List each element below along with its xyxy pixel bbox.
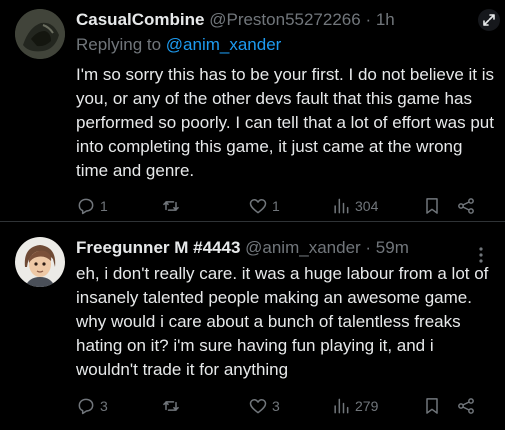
timestamp[interactable]: · 1h bbox=[365, 10, 394, 29]
retweet-icon bbox=[163, 201, 179, 211]
tweet-text: I'm so sorry this has to be your first. … bbox=[76, 65, 495, 180]
tweet-freegunner[interactable]: Freegunner M #4443 @anim_xander · 59m eh… bbox=[0, 223, 505, 430]
tweet-casualcombine[interactable]: CasualCombine @Preston55272266 · 1h Repl… bbox=[0, 0, 505, 221]
bookmark-icon bbox=[426, 398, 438, 414]
user-handle[interactable]: @anim_xander bbox=[245, 238, 361, 257]
expand-button[interactable] bbox=[477, 8, 501, 32]
replying-to-link[interactable]: @anim_xander bbox=[166, 35, 282, 54]
replying-to-label: Replying to bbox=[76, 35, 166, 54]
view-count: 279 bbox=[355, 398, 379, 414]
tweet-text: eh, i don't really care. it was a huge l… bbox=[76, 264, 489, 379]
like-button[interactable]: 1 bbox=[248, 194, 280, 218]
bookmark-button[interactable] bbox=[422, 394, 442, 418]
retweet-button[interactable] bbox=[161, 394, 181, 418]
retweet-icon bbox=[163, 401, 179, 411]
views-icon bbox=[334, 198, 349, 214]
share-button[interactable] bbox=[456, 394, 476, 418]
action-bar: 3 3 279 bbox=[76, 394, 496, 418]
retweet-button[interactable] bbox=[161, 194, 181, 218]
action-bar: 1 1 304 bbox=[76, 194, 496, 218]
like-count: 3 bbox=[272, 398, 280, 414]
reply-icon bbox=[78, 398, 94, 415]
display-name[interactable]: Freegunner M #4443 bbox=[76, 238, 240, 257]
expand-icon bbox=[478, 9, 500, 31]
avatar[interactable] bbox=[15, 237, 65, 287]
tweet-header: Freegunner M #4443 @anim_xander · 59m bbox=[76, 237, 409, 259]
like-button[interactable]: 3 bbox=[248, 394, 280, 418]
bookmark-icon bbox=[426, 198, 438, 214]
view-count: 304 bbox=[355, 198, 379, 214]
timestamp[interactable]: · 59m bbox=[365, 238, 408, 257]
reply-count: 3 bbox=[100, 398, 108, 414]
user-handle[interactable]: @Preston55272266 bbox=[209, 10, 360, 29]
avatar[interactable] bbox=[15, 9, 65, 59]
heart-icon bbox=[249, 399, 267, 414]
replying-to-line: Replying to @anim_xander bbox=[76, 34, 281, 56]
bookmark-button[interactable] bbox=[422, 194, 442, 218]
reply-count: 1 bbox=[100, 198, 108, 214]
share-button[interactable] bbox=[456, 194, 476, 218]
views-button[interactable]: 304 bbox=[331, 194, 378, 218]
views-icon bbox=[334, 398, 349, 414]
reply-button[interactable]: 1 bbox=[76, 194, 108, 218]
like-count: 1 bbox=[272, 198, 280, 214]
tweet-divider bbox=[0, 221, 505, 222]
views-button[interactable]: 279 bbox=[331, 394, 378, 418]
reply-icon bbox=[78, 198, 94, 215]
reply-button[interactable]: 3 bbox=[76, 394, 108, 418]
tweet-header: CasualCombine @Preston55272266 · 1h bbox=[76, 9, 395, 31]
heart-icon bbox=[249, 199, 267, 214]
share-icon bbox=[458, 398, 474, 414]
share-icon bbox=[458, 198, 474, 214]
display-name[interactable]: CasualCombine bbox=[76, 10, 204, 29]
